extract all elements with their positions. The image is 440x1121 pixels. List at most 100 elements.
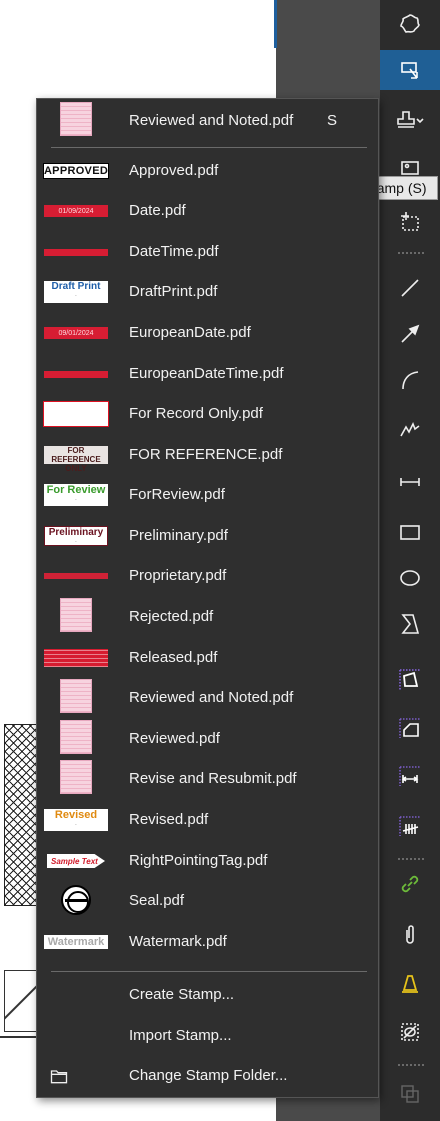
stamp-thumbnail [43, 885, 109, 915]
stamp-thumbnail: 09/01/2024 [43, 321, 109, 345]
stamp-thumbnail [43, 760, 109, 794]
polyline-icon[interactable] [380, 408, 440, 448]
rectangle-icon[interactable] [380, 512, 440, 552]
alert-icon[interactable] [380, 964, 440, 1004]
dimension-icon[interactable] [380, 462, 440, 502]
shortcut-label: S [327, 112, 338, 129]
menu-item-label: Watermark.pdf [129, 933, 227, 950]
menu-item-label: Preliminary.pdf [129, 527, 228, 544]
selection-edge [274, 0, 277, 48]
menu-separator [51, 971, 367, 972]
stamp-thumbnail: Revised. [43, 808, 109, 832]
menu-item-proprietary[interactable]: Proprietary.pdf [37, 556, 378, 596]
menu-item-approved[interactable]: APPROVED Approved.pdf [37, 151, 378, 191]
menu-item-label: ForReview.pdf [129, 486, 225, 503]
menu-item-seal[interactable]: Seal.pdf [37, 881, 378, 921]
folder-icon [50, 1070, 68, 1084]
select-icon[interactable] [380, 50, 440, 90]
menu-item-label: For Record Only.pdf [129, 405, 263, 422]
menu-item-label: Date.pdf [129, 202, 186, 219]
count-icon[interactable] [380, 806, 440, 846]
length-icon[interactable] [380, 756, 440, 796]
lasso-icon[interactable] [380, 4, 440, 44]
stamp-thumbnail [43, 240, 109, 264]
stamp-thumbnail [43, 362, 109, 386]
drawing-box [4, 970, 40, 1032]
stamp-thumbnail [43, 564, 109, 588]
hyperlink-icon[interactable] [380, 864, 440, 904]
menu-item-released[interactable]: Released.pdf [37, 638, 378, 678]
menu-item-europeandatetime[interactable]: EuropeanDateTime.pdf [37, 354, 378, 394]
hide-icon[interactable] [380, 1012, 440, 1052]
arc-icon[interactable] [380, 360, 440, 400]
menu-item-datetime[interactable]: DateTime.pdf [37, 232, 378, 272]
stamp-menu: Reviewed and Noted.pdf S APPROVED Approv… [36, 98, 379, 1098]
menu-item-europeandate[interactable]: 09/01/2024 EuropeanDate.pdf [37, 313, 378, 353]
menu-item-for-record-only[interactable]: For Record Only.pdf [37, 394, 378, 434]
stamp-thumbnail: Sample Text [43, 849, 109, 873]
menu-item-reviewed[interactable]: Reviewed.pdf [37, 719, 378, 759]
stamp-thumbnail [43, 646, 109, 670]
attachment-icon[interactable] [380, 914, 440, 954]
create-stamp-item[interactable]: Create Stamp... [37, 975, 378, 1015]
menu-item-label: Released.pdf [129, 649, 218, 666]
group-icon [380, 1074, 440, 1114]
menu-item-watermark[interactable]: Watermark Watermark.pdf [37, 922, 378, 962]
stamp-thumbnail: 01/09/2024 [43, 199, 109, 223]
perimeter-icon[interactable] [380, 708, 440, 748]
crop-icon[interactable] [380, 202, 440, 242]
menu-item-label: Proprietary.pdf [129, 567, 227, 584]
menu-item-draftprint[interactable]: Draft Print. DraftPrint.pdf [37, 272, 378, 312]
menu-item-preliminary[interactable]: Preliminary. Preliminary.pdf [37, 516, 378, 556]
stamp-thumbnail: Watermark [43, 930, 109, 954]
menu-item-label: DateTime.pdf [129, 243, 219, 260]
menu-item-rightpointingtag[interactable]: Sample Text RightPointingTag.pdf [37, 841, 378, 881]
stamp-thumbnail: APPROVED [43, 163, 109, 179]
menu-item-rejected[interactable]: Rejected.pdf [37, 597, 378, 637]
change-stamp-folder-item[interactable]: Change Stamp Folder... [37, 1056, 378, 1096]
menu-item-label: Reviewed and Noted.pdf [129, 689, 294, 706]
menu-item-label: Import Stamp... [129, 1027, 232, 1044]
menu-item-label: FOR REFERENCE.pdf [129, 446, 283, 463]
toolbar-separator [398, 252, 424, 254]
menu-item-label: EuropeanDate.pdf [129, 324, 251, 341]
menu-item-revised[interactable]: Revised. Revised.pdf [37, 800, 378, 840]
stamp-thumbnail [43, 401, 109, 427]
menu-item-reviewed-and-noted[interactable]: Reviewed and Noted.pdf [37, 678, 378, 718]
menu-item-label: Seal.pdf [129, 892, 185, 909]
menu-separator [51, 147, 367, 148]
area-measure-icon[interactable] [380, 660, 440, 700]
stamp-thumbnail: Draft Print. [43, 280, 109, 304]
stamp-thumbnail [43, 102, 109, 136]
image-icon[interactable] [380, 150, 440, 178]
toolbar-separator [398, 858, 424, 860]
menu-item-revise-and-resubmit[interactable]: Revise and Resubmit.pdf [37, 759, 378, 799]
menu-item-label: Revised.pdf [129, 811, 209, 828]
menu-item-label: Reviewed and Noted.pdf [129, 112, 294, 129]
menu-item-label: Reviewed.pdf [129, 730, 220, 747]
menu-item-label: Change Stamp Folder... [129, 1067, 288, 1084]
menu-item-label: Revise and Resubmit.pdf [129, 770, 297, 787]
menu-item-date[interactable]: 01/09/2024 Date.pdf [37, 191, 378, 231]
line-icon[interactable] [380, 268, 440, 308]
stamp-thumbnail: Preliminary. [43, 524, 109, 548]
polygon-icon[interactable] [380, 604, 440, 644]
menu-item-forreview[interactable]: For Review. ForReview.pdf [37, 475, 378, 515]
drawing-line [0, 1036, 40, 1038]
import-stamp-item[interactable]: Import Stamp... [37, 1016, 378, 1056]
ellipse-icon[interactable] [380, 558, 440, 598]
drawing-hatch-area [4, 724, 40, 906]
arrow-icon[interactable] [380, 314, 440, 354]
stamp-thumbnail: For Review. [43, 483, 109, 507]
stamp-thumbnail [43, 598, 109, 632]
menu-item-label: RightPointingTag.pdf [129, 852, 268, 869]
menu-item-for-reference[interactable]: FOR REFERENCE ONLY FOR REFERENCE.pdf [37, 435, 378, 475]
stamp-thumbnail: FOR REFERENCE ONLY [43, 443, 109, 473]
stamp-icon[interactable] [380, 100, 440, 140]
menu-item-label: Rejected.pdf [129, 608, 214, 625]
menu-item-current-stamp[interactable]: Reviewed and Noted.pdf S [37, 101, 378, 141]
menu-item-label: Approved.pdf [129, 162, 219, 179]
menu-item-label: Create Stamp... [129, 986, 235, 1003]
menu-item-label: DraftPrint.pdf [129, 283, 218, 300]
stamp-thumbnail [43, 679, 109, 713]
